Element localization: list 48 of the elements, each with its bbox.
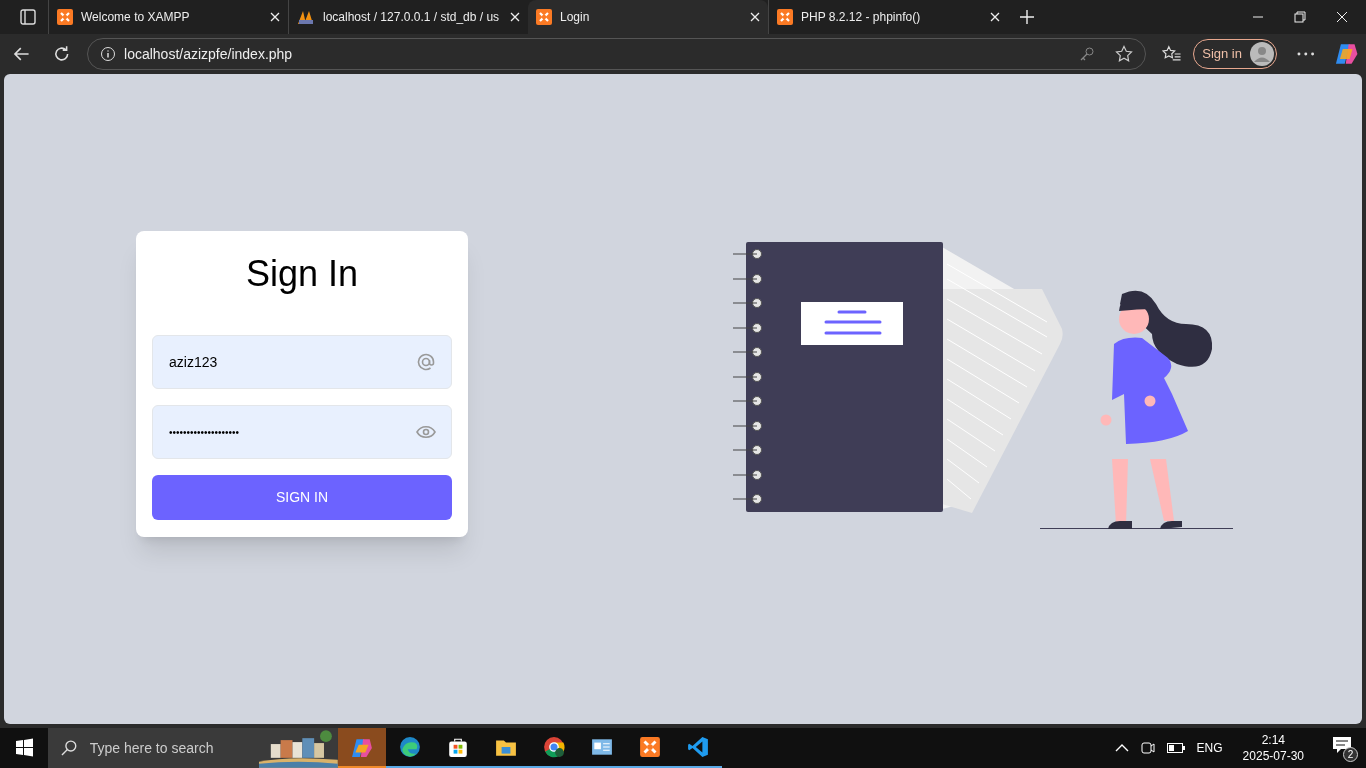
copilot-icon[interactable] — [1334, 43, 1358, 65]
new-tab-icon[interactable] — [1020, 10, 1034, 24]
tab-title: Welcome to XAMPP — [81, 9, 191, 26]
chrome-icon — [543, 736, 565, 758]
at-icon — [416, 352, 436, 372]
close-icon[interactable] — [750, 12, 760, 22]
tab-title: localhost / 127.0.0.1 / std_db / us — [323, 9, 501, 26]
close-icon[interactable] — [990, 12, 1000, 22]
sign-in-button[interactable]: SIGN IN — [152, 475, 452, 520]
code-icon — [687, 736, 709, 758]
key-icon[interactable] — [1078, 46, 1095, 62]
search-icon — [60, 739, 78, 757]
close-icon[interactable] — [270, 12, 280, 22]
xampp-icon — [777, 9, 793, 25]
url-text: localhost/azizpfe/index.php — [124, 44, 293, 64]
close-icon[interactable] — [510, 12, 520, 22]
favorites-icon[interactable] — [1161, 45, 1182, 63]
address-bar[interactable]: localhost/azizpfe/index.php — [87, 38, 1146, 70]
avatar-icon — [1250, 42, 1274, 66]
store-icon — [447, 736, 469, 758]
date-text: 2025-07-30 — [1242, 748, 1304, 764]
info-icon[interactable] — [100, 46, 117, 62]
browser-tab[interactable]: Login — [528, 0, 768, 34]
copilot-icon — [351, 736, 373, 758]
camera-icon[interactable] — [1140, 740, 1155, 756]
notification-badge: 2 — [1343, 747, 1358, 762]
clock[interactable]: 2:14 2025-07-30 — [1234, 732, 1312, 764]
tab-title: Login — [560, 9, 591, 26]
edge-icon — [399, 736, 421, 758]
search-field[interactable]: Type here to search — [48, 728, 338, 768]
more-icon[interactable] — [1297, 52, 1315, 56]
chevron-up-icon[interactable] — [1114, 743, 1129, 753]
star-icon[interactable] — [1114, 45, 1133, 63]
username-field[interactable]: aziz123 — [152, 335, 452, 389]
time-text: 2:14 — [1261, 732, 1285, 748]
tab-actions-icon[interactable] — [20, 9, 36, 25]
xampp-icon — [536, 9, 552, 25]
language-indicator[interactable]: ENG — [1196, 739, 1223, 757]
xampp-icon — [57, 9, 73, 25]
restore-icon[interactable] — [1294, 11, 1306, 23]
xampp-icon — [639, 736, 661, 758]
sign-in-title: Sign In — [244, 252, 360, 296]
battery-icon[interactable] — [1166, 743, 1185, 753]
password-field[interactable]: •••••••••••••••••••• — [152, 405, 452, 459]
tab-title: PHP 8.2.12 - phpinfo() — [801, 9, 922, 26]
close-icon[interactable] — [1336, 11, 1348, 23]
window-icon — [591, 736, 613, 758]
sails-icon — [297, 9, 315, 25]
